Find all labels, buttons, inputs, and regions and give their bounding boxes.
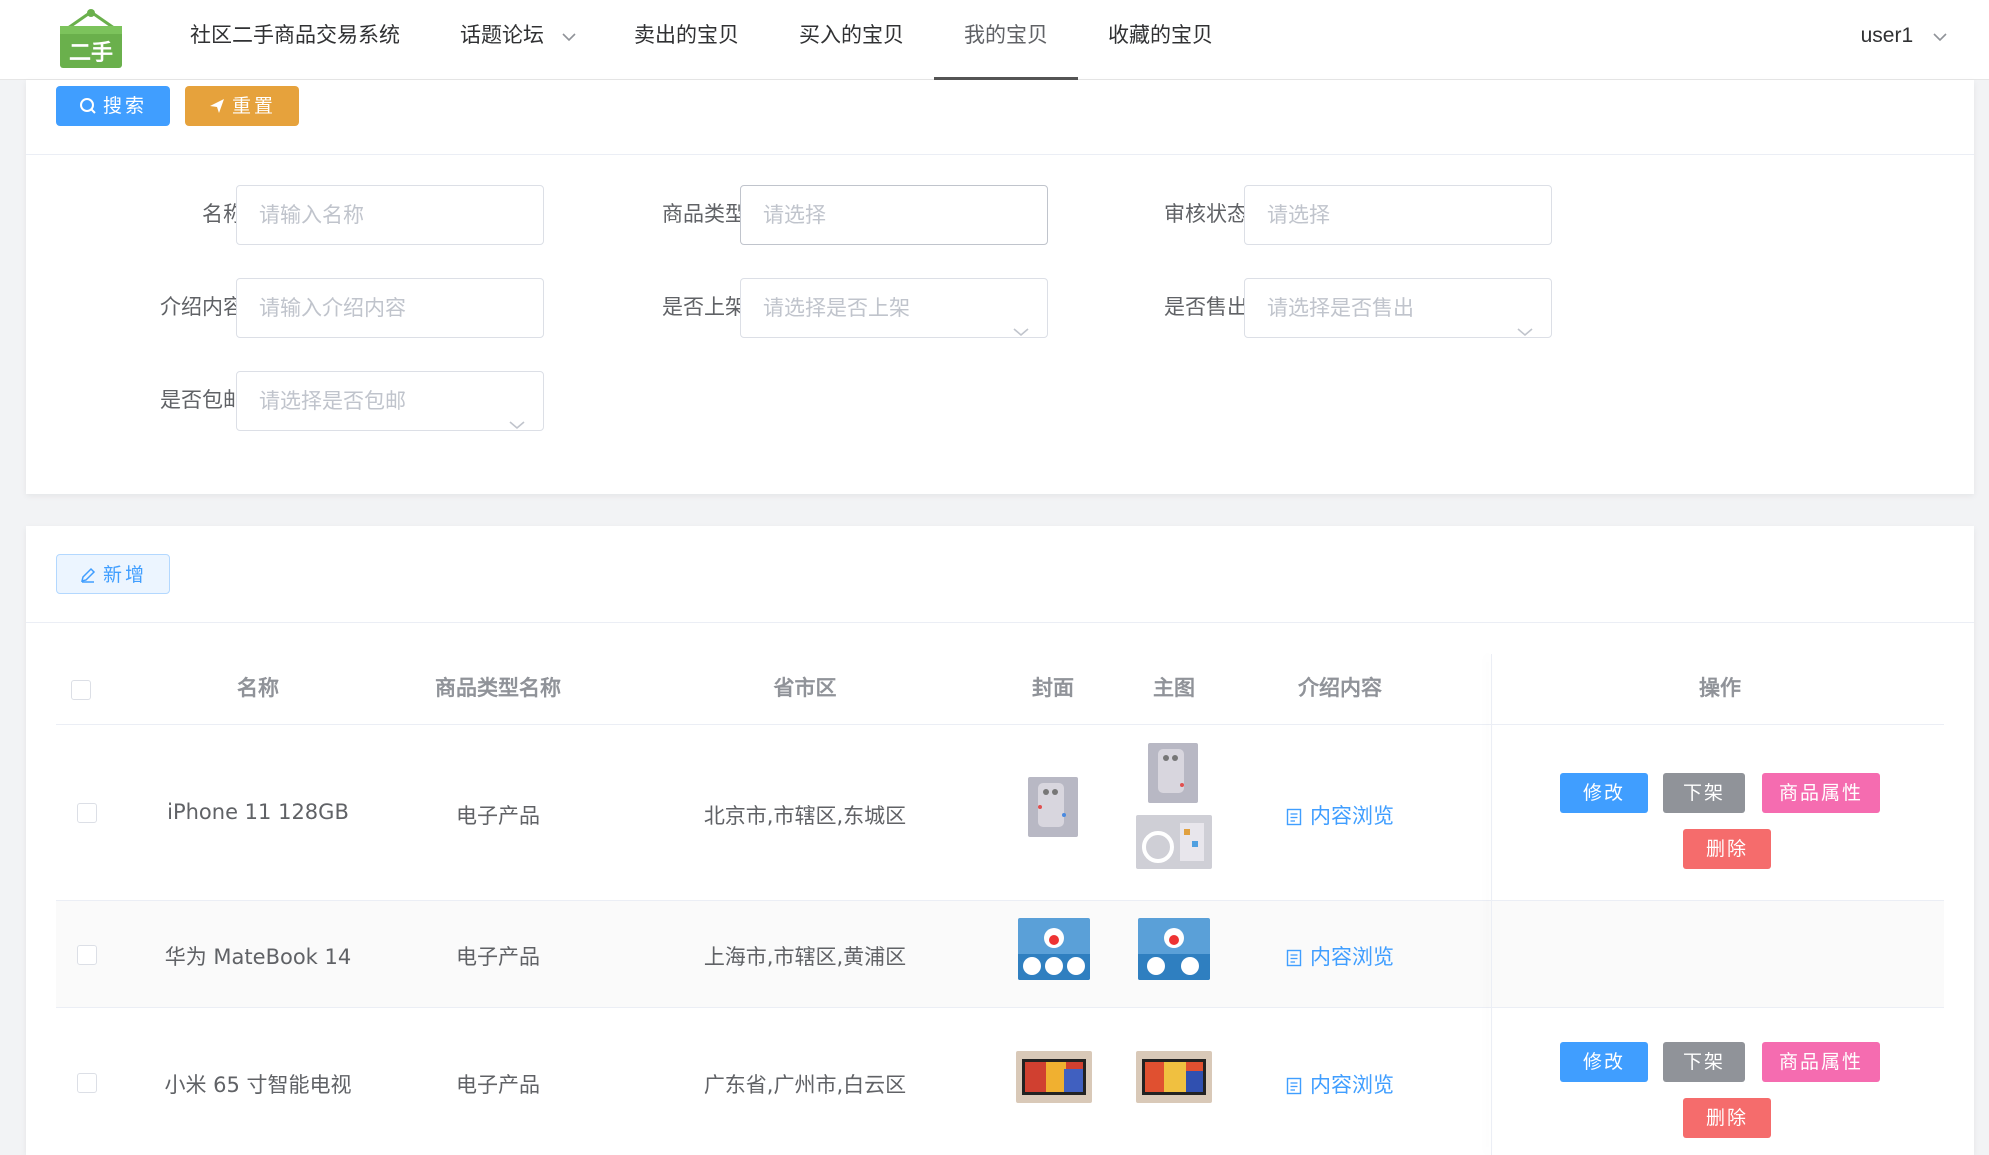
- name-label: 名称: [202, 203, 244, 226]
- onshelf-label: 是否上架: [662, 296, 746, 319]
- offshelf-button[interactable]: 下架: [1663, 773, 1745, 813]
- type-label: 商品类型: [662, 203, 746, 226]
- cover-image[interactable]: [1016, 1051, 1092, 1103]
- divider: [26, 154, 1974, 155]
- type-select[interactable]: 请选择: [740, 185, 1048, 245]
- nav-item-forum[interactable]: 话题论坛: [460, 0, 576, 80]
- nav-item-favorites[interactable]: 收藏的宝贝: [1108, 0, 1213, 80]
- reset-button[interactable]: 重置: [185, 86, 299, 126]
- shipping-select[interactable]: 请选择是否包邮: [236, 371, 544, 431]
- add-button[interactable]: 新增: [56, 554, 170, 594]
- main-image[interactable]: [1138, 918, 1210, 980]
- edit-button[interactable]: 修改: [1560, 773, 1648, 813]
- offshelf-button[interactable]: 下架: [1663, 1042, 1745, 1082]
- search-panel: 搜索 重置 名称 请输入名称 商品类型 请选择 审核状态 请选择 介绍内容 请输…: [26, 80, 1974, 494]
- nav-item-home[interactable]: 社区二手商品交易系统: [190, 0, 400, 80]
- intro-label: 介绍内容: [160, 296, 244, 319]
- select-all-checkbox[interactable]: [71, 680, 91, 700]
- main-image[interactable]: [1148, 743, 1198, 803]
- cell-type: 电子产品: [456, 1073, 540, 1097]
- chevron-down-icon: [1933, 0, 1947, 72]
- delete-button[interactable]: 删除: [1683, 1098, 1771, 1138]
- fixed-column-edge: [1491, 654, 1492, 1155]
- edit-button[interactable]: 修改: [1560, 1042, 1648, 1082]
- cell-region: 广东省,广州市,白云区: [703, 1073, 907, 1097]
- column-header-image: 主图: [1153, 676, 1195, 700]
- search-icon: [79, 98, 96, 114]
- cell-name: iPhone 11 128GB: [167, 800, 349, 824]
- search-button[interactable]: 搜索: [56, 86, 170, 126]
- row-checkbox[interactable]: [77, 945, 97, 965]
- user-menu[interactable]: user1: [1861, 0, 1947, 72]
- column-header-region: 省市区: [773, 676, 837, 700]
- cell-name: 华为 MateBook 14: [164, 945, 352, 969]
- nav-item-label: 买入的宝贝: [799, 24, 904, 47]
- attributes-button[interactable]: 商品属性: [1762, 773, 1880, 813]
- cell-region: 上海市,市辖区,黄浦区: [703, 945, 907, 969]
- document-icon: [1286, 949, 1302, 967]
- send-icon: [209, 99, 224, 113]
- logo-text: 二手: [68, 41, 113, 66]
- intro-view-link[interactable]: 内容浏览: [1280, 800, 1400, 830]
- column-header-cover: 封面: [1032, 676, 1074, 700]
- chevron-down-icon: [1517, 301, 1533, 359]
- nav-item-label: 话题论坛: [460, 24, 544, 47]
- nav-item-label: 卖出的宝贝: [634, 24, 739, 47]
- row-divider: [56, 900, 1944, 901]
- logo-icon[interactable]: 二手: [56, 8, 126, 70]
- shipping-label: 是否包邮: [160, 389, 244, 412]
- attributes-button[interactable]: 商品属性: [1762, 1042, 1880, 1082]
- cover-image[interactable]: [1018, 918, 1090, 980]
- nav-item-bought[interactable]: 买入的宝贝: [799, 0, 904, 80]
- chevron-down-icon: [562, 0, 576, 72]
- document-icon: [1286, 1077, 1302, 1095]
- nav-item-label: 收藏的宝贝: [1108, 24, 1213, 47]
- row-checkbox[interactable]: [77, 1073, 97, 1093]
- intro-view-link[interactable]: 内容浏览: [1280, 1069, 1400, 1099]
- column-header-intro: 介绍内容: [1298, 676, 1382, 700]
- document-icon: [1286, 808, 1302, 826]
- sold-select[interactable]: 请选择是否售出: [1244, 278, 1552, 338]
- intro-input[interactable]: 请输入介绍内容: [236, 278, 544, 338]
- column-header-actions: 操作: [1699, 676, 1741, 700]
- onshelf-select[interactable]: 请选择是否上架: [740, 278, 1048, 338]
- username: user1: [1860, 24, 1914, 47]
- name-input[interactable]: 请输入名称: [236, 185, 544, 245]
- cover-image[interactable]: [1028, 777, 1078, 837]
- row-divider: [56, 1007, 1944, 1008]
- main-image[interactable]: [1136, 815, 1212, 869]
- nav-item-label: 社区二手商品交易系统: [190, 24, 400, 47]
- top-navbar: 二手 社区二手商品交易系统 话题论坛 卖出的宝贝 买入的宝贝 我的宝贝 收藏的宝…: [0, 0, 1989, 80]
- audit-select[interactable]: 请选择: [1244, 185, 1552, 245]
- chevron-down-icon: [1013, 301, 1029, 359]
- divider: [26, 622, 1974, 623]
- chevron-down-icon: [509, 394, 525, 452]
- column-header-name: 名称: [237, 676, 279, 700]
- main-image[interactable]: [1136, 1051, 1212, 1103]
- nav-item-mine[interactable]: 我的宝贝: [934, 0, 1078, 80]
- nav-item-sold[interactable]: 卖出的宝贝: [634, 0, 739, 80]
- cell-name: 小米 65 寸智能电视: [164, 1073, 352, 1097]
- audit-label: 审核状态: [1164, 203, 1248, 226]
- row-checkbox[interactable]: [77, 803, 97, 823]
- nav-item-label: 我的宝贝: [964, 24, 1048, 47]
- intro-view-link[interactable]: 内容浏览: [1280, 941, 1400, 971]
- column-header-type: 商品类型名称: [435, 676, 561, 700]
- sold-label: 是否售出: [1164, 296, 1248, 319]
- edit-icon: [80, 567, 96, 583]
- delete-button[interactable]: 删除: [1683, 829, 1771, 869]
- cell-type: 电子产品: [456, 945, 540, 969]
- table-header-divider: [56, 724, 1944, 725]
- cell-region: 北京市,市辖区,东城区: [703, 804, 907, 828]
- cell-type: 电子产品: [456, 804, 540, 828]
